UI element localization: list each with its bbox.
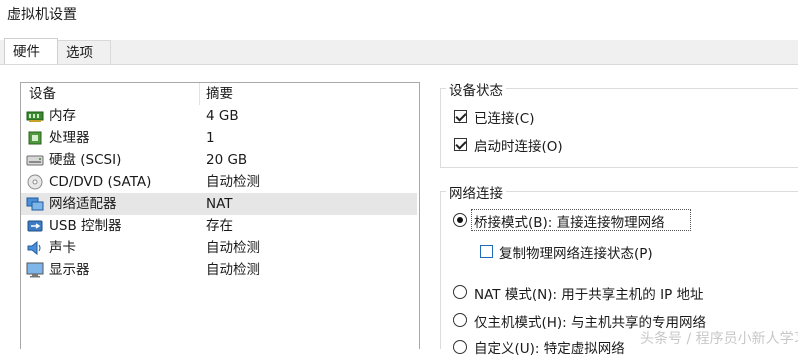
device-list-header: 设备 摘要 [21, 83, 417, 105]
device-row-usb-controller[interactable]: USB 控制器 存在 [21, 215, 417, 237]
device-name: 硬盘 (SCSI) [49, 152, 122, 168]
column-header-summary[interactable]: 摘要 [206, 83, 233, 105]
window-title: 虚拟机设置 [7, 7, 77, 23]
host-only-radio[interactable] [453, 313, 467, 327]
network-adapter-icon [26, 197, 44, 211]
device-summary: 存在 [206, 218, 233, 234]
device-row-cd-dvd[interactable]: CD/DVD (SATA) 自动检测 [21, 171, 417, 193]
device-summary: NAT [206, 196, 233, 212]
network-connection-title: 网络连接 [446, 182, 506, 202]
checkmark-icon [455, 138, 467, 150]
device-name: 显示器 [49, 262, 90, 278]
hard-disk-icon [26, 155, 44, 166]
replicate-state-checkbox[interactable] [480, 245, 493, 258]
device-row-network-adapter[interactable]: 网络适配器 NAT [21, 193, 417, 215]
memory-icon [26, 111, 44, 122]
custom-radio[interactable] [453, 340, 467, 354]
replicate-state-label[interactable]: 复制物理网络连接状态(P) [499, 242, 653, 262]
custom-label[interactable]: 自定义(U): 特定虚拟网络 [474, 337, 625, 357]
device-row-processor[interactable]: 处理器 1 [21, 127, 417, 149]
device-name: 声卡 [49, 240, 76, 256]
device-status-title: 设备状态 [446, 79, 506, 99]
device-summary: 20 GB [206, 152, 248, 168]
device-summary: 自动检测 [206, 262, 260, 278]
cd-dvd-icon [27, 174, 43, 190]
nat-radio[interactable] [453, 285, 467, 299]
column-header-device[interactable]: 设备 [29, 83, 56, 105]
device-row-hard-disk[interactable]: 硬盘 (SCSI) 20 GB [21, 149, 417, 171]
column-divider [199, 83, 200, 105]
tab-options[interactable]: 选项 [58, 40, 111, 64]
device-name: CD/DVD (SATA) [49, 174, 152, 190]
device-status-group [440, 88, 798, 168]
device-name: 内存 [49, 108, 76, 124]
device-row-memory[interactable]: 内存 4 GB [21, 105, 417, 127]
device-list[interactable]: 设备 摘要 内存 4 GB 处理器 1 硬盘 (SCSI) 20 GB CD/D… [20, 82, 420, 349]
usb-icon [27, 220, 43, 232]
device-name: 处理器 [49, 130, 90, 146]
device-row-display[interactable]: 显示器 自动检测 [21, 259, 417, 281]
tab-strip: 硬件 选项 [0, 38, 798, 64]
device-summary: 1 [206, 130, 215, 146]
device-summary: 4 GB [206, 108, 239, 124]
sound-card-icon [27, 240, 41, 256]
device-name: 网络适配器 [49, 196, 117, 212]
display-icon [26, 262, 44, 278]
bridged-label[interactable]: 桥接模式(B): 直接连接物理网络 [474, 211, 665, 231]
connected-checkbox[interactable] [454, 110, 467, 123]
nat-label[interactable]: NAT 模式(N): 用于共享主机的 IP 地址 [474, 283, 704, 303]
device-summary: 自动检测 [206, 240, 260, 256]
device-summary: 自动检测 [206, 174, 260, 190]
device-row-sound-card[interactable]: 声卡 自动检测 [21, 237, 417, 259]
device-name: USB 控制器 [49, 218, 122, 234]
checkmark-icon [455, 110, 467, 122]
processor-icon [28, 131, 42, 145]
connect-at-power-on-label[interactable]: 启动时连接(O) [474, 135, 563, 155]
tab-hardware[interactable]: 硬件 [4, 38, 58, 64]
connected-label[interactable]: 已连接(C) [474, 107, 534, 127]
watermark: 头条号 / 程序员小新人学习 [640, 331, 798, 347]
bridged-radio[interactable] [453, 213, 467, 227]
radio-dot-icon [457, 217, 463, 223]
connect-at-power-on-checkbox[interactable] [454, 138, 467, 151]
